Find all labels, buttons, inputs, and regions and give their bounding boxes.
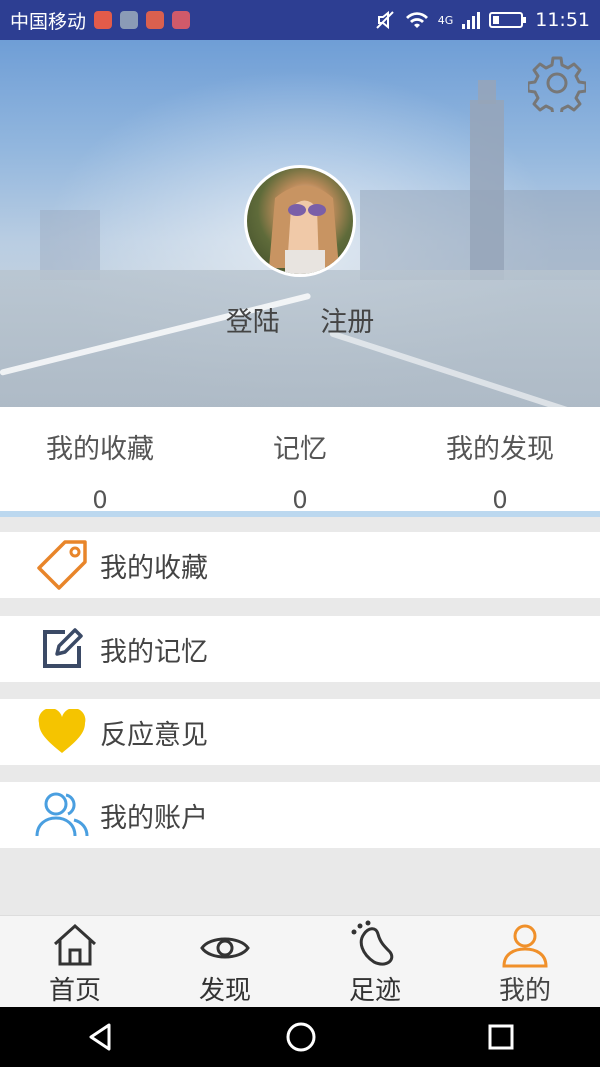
settings-gear-icon[interactable]: [526, 54, 588, 118]
gallery-notification-icon: [120, 11, 139, 29]
menu-item-feedback[interactable]: 反应意见: [0, 699, 600, 765]
login-link[interactable]: 登陆: [226, 307, 280, 338]
tag-icon: [32, 535, 92, 595]
stat-count: 0: [92, 486, 108, 514]
status-bar: 中国移动 4G 11:51: [0, 0, 600, 40]
tab-label: 首页: [48, 976, 101, 1006]
network-type: 4G: [437, 13, 454, 27]
tab-label: 发现: [198, 976, 251, 1006]
stat-favorites[interactable]: 我的收藏 0: [0, 407, 200, 514]
clock-tower-spire: [478, 80, 496, 104]
recents-icon[interactable]: [487, 1023, 515, 1051]
edit-icon: [32, 619, 92, 679]
tab-label: 足迹: [348, 976, 401, 1006]
eye-icon: [195, 916, 255, 968]
blocked-notification-icon: [146, 11, 165, 29]
stat-count: 0: [492, 486, 508, 514]
avatar[interactable]: [244, 165, 356, 277]
stat-label: 我的收藏: [46, 434, 154, 465]
stat-label: 记忆: [273, 434, 327, 465]
menu-label: 我的账户: [100, 802, 208, 834]
map-notification-icon: [172, 11, 191, 29]
stats-row: 我的收藏 0 记忆 0 我的发现 0: [0, 407, 600, 517]
menu-label: 我的收藏: [100, 552, 208, 584]
carrier-label: 中国移动: [10, 10, 87, 33]
wifi-icon: [405, 12, 428, 28]
register-link[interactable]: 注册: [320, 307, 374, 338]
tab-discover[interactable]: 发现: [150, 916, 300, 1008]
tab-label: 我的: [498, 976, 551, 1006]
mute-icon: [375, 10, 394, 30]
battery-icon: [489, 12, 527, 28]
stat-count: 0: [292, 486, 308, 514]
menu-item-account[interactable]: 我的账户: [0, 782, 600, 848]
auth-links: 登陆 注册: [0, 300, 600, 339]
building-skyline: [360, 190, 600, 280]
menu-item-memories[interactable]: 我的记忆: [0, 616, 600, 682]
stat-discoveries[interactable]: 我的发现 0: [400, 407, 600, 514]
users-icon: [32, 785, 92, 845]
stat-memories[interactable]: 记忆 0: [200, 407, 400, 514]
footprint-icon: [345, 916, 405, 968]
back-icon[interactable]: [85, 1022, 115, 1052]
stat-label: 我的发现: [446, 434, 554, 465]
signal-icon: [462, 12, 481, 29]
home-button-icon[interactable]: [285, 1021, 317, 1053]
heart-icon: [32, 702, 92, 762]
tab-home[interactable]: 首页: [0, 916, 150, 1008]
tab-footprint[interactable]: 足迹: [300, 916, 450, 1008]
menu-label: 反应意见: [100, 719, 208, 751]
user-icon: [495, 916, 555, 968]
bottom-tab-bar: 首页 发现 足迹 我的: [0, 915, 600, 1008]
notification-app-icon: [94, 11, 113, 29]
menu-item-favorites[interactable]: 我的收藏: [0, 532, 600, 598]
system-nav-bar: [0, 1007, 600, 1067]
tab-mine[interactable]: 我的: [450, 916, 600, 1008]
home-icon: [45, 916, 105, 968]
clock: 11:51: [535, 9, 590, 31]
menu-label: 我的记忆: [100, 636, 208, 668]
